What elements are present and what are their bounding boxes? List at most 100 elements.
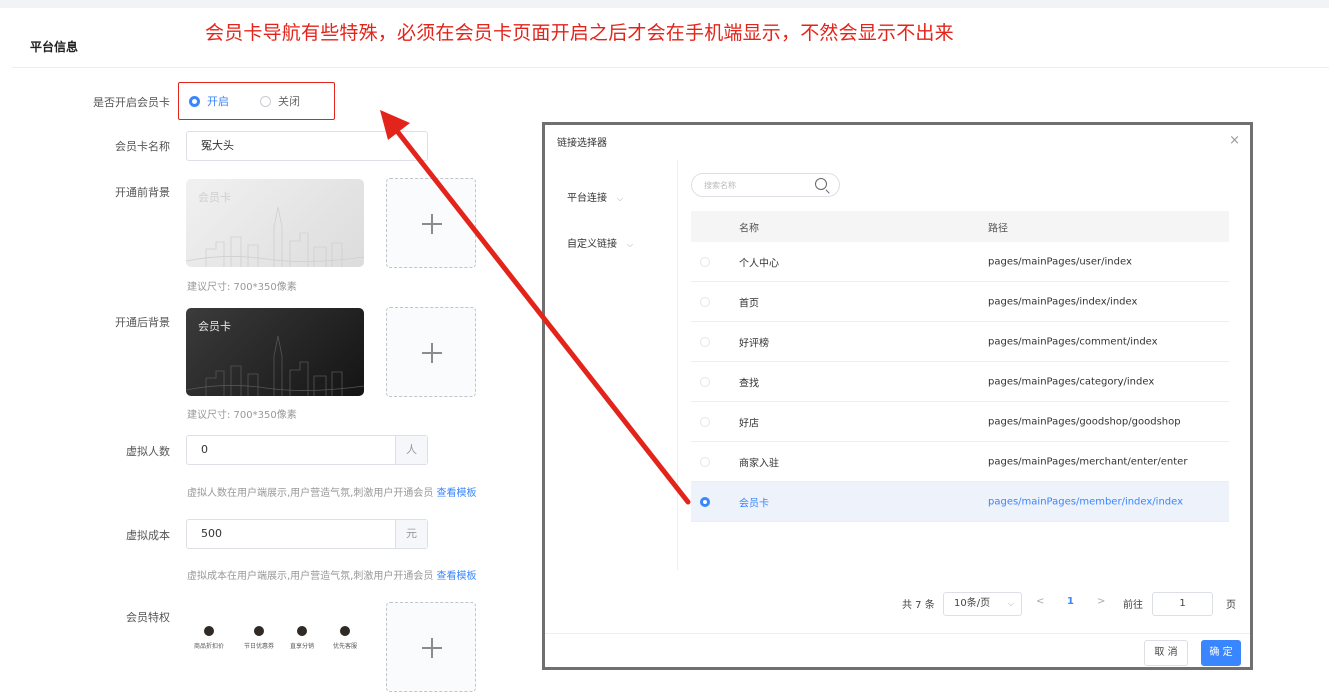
page-size-value: 10条/页 <box>954 598 991 609</box>
size-hint-before: 建议尺寸: 700*350像素 <box>187 282 297 293</box>
skyline-before-icon <box>186 206 364 267</box>
link-selector-dialog: 链接选择器 × 平台连接 ⌵ 自定义链接 ⌵ 搜索名称 名称 路径 个人中心 page… <box>542 122 1253 670</box>
enable-label: 是否开启会员卡 <box>93 96 170 109</box>
view-template-link[interactable]: 查看模板 <box>437 571 477 582</box>
table-row[interactable]: 好店 pages/mainPages/goodshop/goodshop <box>691 402 1229 442</box>
row-name: 好店 <box>739 418 759 429</box>
radio-unchecked-icon[interactable] <box>700 456 710 467</box>
row-path: pages/mainPages/user/index <box>988 256 1132 267</box>
table-row[interactable]: 个人中心 pages/mainPages/user/index <box>691 242 1229 282</box>
plus-icon-v <box>431 214 433 234</box>
radio-unchecked-icon[interactable] <box>700 336 710 347</box>
privilege-item: 商品折扣价 <box>190 626 228 650</box>
search-input[interactable]: 搜索名称 <box>691 173 840 197</box>
cancel-button[interactable]: 取 消 <box>1144 640 1188 666</box>
chevron-down-icon: ⌵ <box>1007 599 1014 608</box>
confirm-button[interactable]: 确 定 <box>1201 640 1241 666</box>
virtual-people-unit: 人 <box>395 436 427 464</box>
col-path: 路径 <box>988 223 1008 234</box>
virtual-people-label: 虚拟人数 <box>126 445 170 458</box>
radio-unchecked-icon[interactable] <box>700 376 710 387</box>
privilege-label-0: 商品折扣价 <box>193 643 224 650</box>
chevron-down-icon: ⌵ <box>627 240 634 249</box>
size-hint-after: 建议尺寸: 700*350像素 <box>187 410 297 421</box>
row-name: 会员卡 <box>739 498 769 509</box>
virtual-cost-hint: 虚拟成本在用户端展示,用户营造气氛,刺激用户开通会员 查看模板 <box>187 567 477 582</box>
view-template-link[interactable]: 查看模板 <box>437 488 477 499</box>
virtual-cost-unit: 元 <box>395 520 427 548</box>
dialog-divider <box>677 160 678 570</box>
row-name: 商家入驻 <box>739 458 779 469</box>
row-path: pages/mainPages/goodshop/goodshop <box>988 416 1181 427</box>
side-item-platform-label: 平台连接 <box>567 193 607 204</box>
privilege-item: 优先客服 <box>326 626 364 650</box>
card-before-image: 会员卡 <box>186 179 364 267</box>
chevron-down-icon: ⌵ <box>617 194 624 203</box>
radio-checked-icon[interactable] <box>700 496 710 507</box>
radio-unchecked-icon[interactable] <box>700 256 710 267</box>
page-size-select[interactable]: 10条/页 ⌵ <box>943 592 1022 616</box>
radio-unchecked-icon[interactable] <box>700 416 710 427</box>
bg-before-label: 开通前背景 <box>115 186 170 199</box>
radio-on-label: 开启 <box>207 95 229 108</box>
table-row[interactable]: 好评榜 pages/mainPages/comment/index <box>691 322 1229 362</box>
privilege-item: 节日优惠券 <box>240 626 278 650</box>
card-name-input[interactable]: 冤大头 <box>186 131 428 161</box>
side-item-platform[interactable]: 平台连接 ⌵ <box>567 189 623 204</box>
privilege-label-2: 直享分销 <box>289 643 314 650</box>
share-icon <box>297 626 307 636</box>
search-icon[interactable] <box>815 178 827 190</box>
virtual-people-hint-text: 虚拟人数在用户端展示,用户营造气氛,刺激用户开通会员 <box>187 488 434 499</box>
radio-unchecked-icon[interactable] <box>700 296 710 307</box>
table-row[interactable]: 首页 pages/mainPages/index/index <box>691 282 1229 322</box>
row-name: 个人中心 <box>739 258 779 269</box>
virtual-cost-label: 虚拟成本 <box>126 529 170 542</box>
upload-after-button[interactable] <box>386 307 476 397</box>
next-page-icon[interactable]: > <box>1097 596 1105 607</box>
close-icon[interactable]: × <box>1229 133 1240 148</box>
side-item-custom[interactable]: 自定义链接 ⌵ <box>567 235 633 250</box>
page-unit: 页 <box>1226 600 1236 611</box>
virtual-people-input[interactable]: 0 人 <box>186 435 428 465</box>
dialog-title: 链接选择器 <box>557 138 607 149</box>
row-name: 首页 <box>739 298 759 309</box>
table-row-selected[interactable]: 会员卡 pages/mainPages/member/index/index <box>691 482 1229 522</box>
virtual-cost-value: 500 <box>201 527 222 540</box>
top-strip <box>0 0 1329 8</box>
bg-after-label: 开通后背景 <box>115 316 170 329</box>
plus-icon-v <box>431 343 433 363</box>
prev-page-icon[interactable]: < <box>1036 596 1044 607</box>
upload-before-button[interactable] <box>386 178 476 268</box>
radio-unchecked-icon <box>260 95 271 107</box>
page-number[interactable]: 1 <box>1067 596 1074 607</box>
virtual-people-value: 0 <box>201 443 208 456</box>
radio-off-label: 关闭 <box>278 95 300 108</box>
privilege-item: 直享分销 <box>283 626 321 650</box>
dialog-footer-divider <box>545 633 1250 634</box>
annotation-text: 会员卡导航有些特殊，必须在会员卡页面开启之后才会在手机端显示，不然会显示不出来 <box>205 22 954 44</box>
link-table: 名称 路径 个人中心 pages/mainPages/user/index 首页 p… <box>691 211 1229 522</box>
card-after-image: 会员卡 <box>186 308 364 396</box>
row-path: pages/mainPages/member/index/index <box>988 496 1184 507</box>
row-path: pages/mainPages/comment/index <box>988 336 1158 347</box>
row-path: pages/mainPages/category/index <box>988 376 1155 387</box>
table-row[interactable]: 商家入驻 pages/mainPages/merchant/enter/enter <box>691 442 1229 482</box>
virtual-people-hint: 虚拟人数在用户端展示,用户营造气氛,刺激用户开通会员 查看模板 <box>187 484 477 499</box>
virtual-cost-input[interactable]: 500 元 <box>186 519 428 549</box>
table-row[interactable]: 查找 pages/mainPages/category/index <box>691 362 1229 402</box>
radio-enable-on[interactable]: 开启 <box>189 93 229 109</box>
row-path: pages/mainPages/merchant/enter/enter <box>988 456 1188 467</box>
goto-label: 前往 <box>1123 600 1143 611</box>
section-divider <box>12 67 1329 68</box>
radio-enable-off[interactable]: 关闭 <box>260 93 300 109</box>
upload-privilege-button[interactable] <box>386 602 476 692</box>
privilege-label-3: 优先客服 <box>332 643 357 650</box>
service-icon <box>340 626 350 636</box>
enable-radio-group: 开启 关闭 <box>178 82 335 120</box>
goto-page-input[interactable]: 1 <box>1152 592 1213 616</box>
privilege-label-1: 节日优惠券 <box>243 643 274 650</box>
row-name: 查找 <box>739 378 759 389</box>
side-item-custom-label: 自定义链接 <box>567 239 617 250</box>
coupon-icon <box>254 626 264 636</box>
col-name: 名称 <box>739 223 759 234</box>
